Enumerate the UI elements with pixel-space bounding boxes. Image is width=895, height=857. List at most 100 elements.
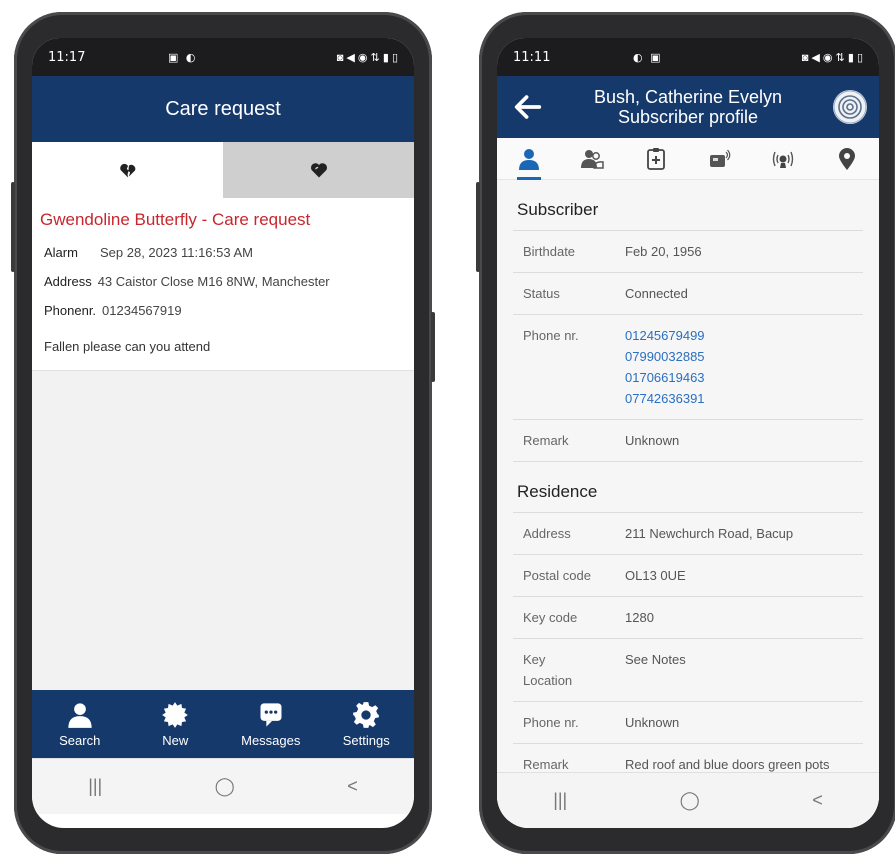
right-phone: 11:11 ◐ ▣ ◙ ◀ ◉ ⇅ ▮ ▯ Bush, Catherine Ev… xyxy=(476,12,895,854)
back-button[interactable]: < xyxy=(347,776,358,797)
remark-label: Remark xyxy=(523,433,569,448)
keycode-row: Key code 1280 xyxy=(513,597,863,639)
phone-link[interactable]: 01706619463 xyxy=(625,367,705,388)
residence-phone-label: Phone nr. xyxy=(523,715,579,730)
subscriber-name: Bush, Catherine Evelyn xyxy=(593,87,783,107)
phone-link[interactable]: 01245679499 xyxy=(625,325,705,346)
phone-value[interactable]: 01234567919 xyxy=(102,303,182,318)
home-button[interactable]: ◯ xyxy=(680,790,700,811)
tab-medical[interactable] xyxy=(636,143,676,175)
nav-messages-label: Messages xyxy=(241,732,301,748)
residence-section-title: Residence xyxy=(513,462,863,513)
location-icon xyxy=(839,147,856,170)
bottom-nav: Search New Messages Settings xyxy=(32,690,414,758)
status-row: Status Connected xyxy=(513,273,863,315)
phone-link[interactable]: 07990032885 xyxy=(625,346,705,367)
message-icon xyxy=(260,702,282,727)
tab-contacts[interactable] xyxy=(572,143,612,175)
app-header: Bush, Catherine Evelyn Subscriber profil… xyxy=(497,76,879,138)
postal-row: Postal code OL13 0UE xyxy=(513,555,863,597)
page-title: Care request xyxy=(165,97,281,120)
page-subtitle: Subscriber profile xyxy=(617,107,759,127)
phone-label: Phonenr. xyxy=(44,303,97,318)
person-icon xyxy=(518,148,539,170)
residence-phone-row: Phone nr. Unknown xyxy=(513,702,863,744)
person-icon xyxy=(68,702,92,728)
address-label: Address xyxy=(44,274,92,289)
nav-search[interactable]: Search xyxy=(35,701,125,748)
keylocation-value: See Notes xyxy=(625,652,686,667)
request-note: Fallen please can you attend xyxy=(32,325,414,371)
keylocation-label-line2: Location xyxy=(523,673,573,688)
status-bar: 11:17 ▣ ◐ ◙ ◀ ◉ ⇅ ▮ ▯ xyxy=(32,38,414,76)
broken-heart-tab[interactable] xyxy=(32,142,223,198)
back-button[interactable]: < xyxy=(812,790,823,811)
header-titles: Bush, Catherine Evelyn Subscriber profil… xyxy=(594,87,782,127)
alarm-value: Sep 28, 2023 11:16:53 AM xyxy=(100,245,253,260)
phone-label: Phone nr. xyxy=(523,328,579,343)
phone-row: Phonenr. 01234567919 xyxy=(32,296,414,325)
status-left-icons: ◐ ▣ xyxy=(633,50,663,64)
birthdate-value: Feb 20, 1956 xyxy=(625,244,702,259)
status-right-icons: ◙ ◀ ◉ ⇅ ▮ ▯ xyxy=(801,51,863,64)
device-icon xyxy=(709,149,731,167)
request-card: Gwendoline Butterfly - Care request Alar… xyxy=(32,198,414,371)
status-value: Connected xyxy=(625,286,688,301)
keylocation-label: Key Location xyxy=(523,649,625,691)
keycode-value: 1280 xyxy=(625,610,654,625)
logo-icon xyxy=(833,90,867,124)
birthdate-label: Birthdate xyxy=(523,244,576,259)
keylocation-label-line1: Key xyxy=(523,652,546,667)
recents-button[interactable]: ||| xyxy=(88,776,102,797)
keylocation-row: Key Location See Notes xyxy=(513,639,863,702)
nav-new[interactable]: New xyxy=(130,701,220,748)
nav-messages[interactable]: Messages xyxy=(226,701,316,748)
home-button[interactable]: ◯ xyxy=(215,776,235,797)
status-time: 11:11 xyxy=(513,49,551,65)
nav-settings[interactable]: Settings xyxy=(321,701,411,748)
nav-search-label: Search xyxy=(59,732,101,748)
phone-list: 01245679499 07990032885 01706619463 0774… xyxy=(625,325,705,409)
address-row: Address 211 Newchurch Road, Bacup xyxy=(513,513,863,555)
status-time: 11:17 xyxy=(48,49,86,65)
address-value[interactable]: 43 Caistor Close M16 8NW, Manchester xyxy=(98,274,330,289)
profile-content[interactable]: Subscriber Birthdate Feb 20, 1956 Status… xyxy=(497,180,879,828)
remark-row: Remark Unknown xyxy=(513,420,863,462)
tab-device[interactable] xyxy=(700,143,740,175)
remark-value: Unknown xyxy=(625,433,680,448)
nav-new-label: New xyxy=(162,732,189,748)
starburst-icon xyxy=(162,701,189,728)
tab-alarm[interactable] xyxy=(763,143,803,175)
request-title: Gwendoline Butterfly - Care request xyxy=(40,210,311,229)
tab-subscriber[interactable] xyxy=(509,143,549,180)
broken-heart-icon xyxy=(119,163,135,178)
phone-link[interactable]: 07742636391 xyxy=(625,388,705,409)
heart-tab[interactable] xyxy=(223,142,414,198)
system-nav: ||| ◯ < xyxy=(497,772,879,828)
left-phone: 11:17 ▣ ◐ ◙ ◀ ◉ ⇅ ▮ ▯ Care request Gwend… xyxy=(11,12,435,854)
nav-settings-label: Settings xyxy=(342,732,390,748)
status-bar: 11:11 ◐ ▣ ◙ ◀ ◉ ⇅ ▮ ▯ xyxy=(497,38,879,76)
postal-value: OL13 0UE xyxy=(625,568,686,583)
address-value: 211 Newchurch Road, Bacup xyxy=(625,526,794,541)
right-screen: 11:11 ◐ ▣ ◙ ◀ ◉ ⇅ ▮ ▯ Bush, Catherine Ev… xyxy=(497,38,879,828)
status-label: Status xyxy=(523,286,560,301)
care-toggle xyxy=(32,142,414,198)
birthdate-row: Birthdate Feb 20, 1956 xyxy=(513,231,863,273)
address-label: Address xyxy=(523,526,571,541)
people-icon xyxy=(581,149,605,169)
gear-icon xyxy=(353,701,380,728)
status-left-icons: ▣ ◐ xyxy=(168,50,198,64)
heart-icon xyxy=(310,163,327,178)
recents-button[interactable]: ||| xyxy=(553,790,567,811)
profile-tabs xyxy=(497,138,879,180)
medical-icon xyxy=(647,147,666,170)
back-arrow-icon[interactable] xyxy=(511,90,545,124)
status-right-icons: ◙ ◀ ◉ ⇅ ▮ ▯ xyxy=(336,51,398,64)
postal-label: Postal code xyxy=(523,568,591,583)
keycode-label: Key code xyxy=(523,610,578,625)
tab-location[interactable] xyxy=(827,143,867,175)
left-screen: 11:17 ▣ ◐ ◙ ◀ ◉ ⇅ ▮ ▯ Care request Gwend… xyxy=(32,38,414,828)
subscriber-section-title: Subscriber xyxy=(513,180,863,231)
alarm-row: Alarm Sep 28, 2023 11:16:53 AM xyxy=(32,238,414,267)
